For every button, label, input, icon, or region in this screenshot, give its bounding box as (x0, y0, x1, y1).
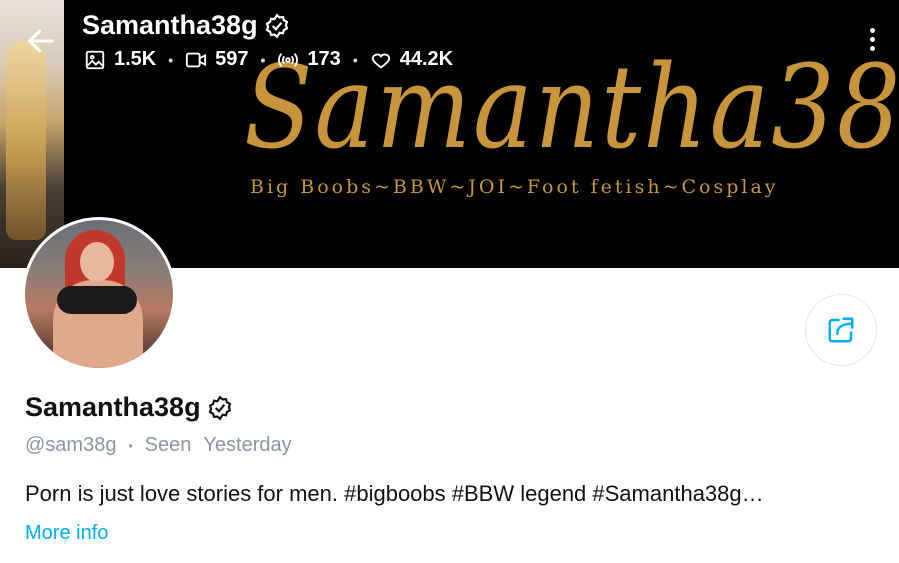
stat-photos: 1.5K (84, 48, 156, 71)
share-button[interactable] (805, 294, 877, 366)
verified-icon (207, 395, 233, 421)
stat-streams: 173 (277, 48, 341, 71)
header-stats: 1.5K • 597 • 173 • 44.2K (84, 48, 453, 71)
header-name-text: Samantha38g (82, 10, 258, 40)
stat-videos: 597 (185, 48, 249, 71)
profile-meta: @sam38g • Seen Yesterday (25, 434, 292, 456)
seen-label: Seen (144, 434, 192, 456)
verified-icon (264, 13, 290, 39)
header-name: Samantha38g (82, 10, 290, 41)
stat-likes: 44.2K (370, 48, 453, 71)
live-stream-icon (278, 52, 299, 67)
image-icon (85, 50, 105, 69)
heart-icon (371, 53, 390, 68)
username: @sam38g (25, 434, 117, 456)
more-options-icon[interactable] (867, 28, 877, 56)
video-icon (186, 52, 207, 67)
more-info-link[interactable]: More info (25, 522, 108, 545)
avatar[interactable] (22, 217, 176, 371)
profile-name: Samantha38g (25, 392, 233, 423)
back-arrow-icon[interactable] (24, 24, 58, 58)
seen-value: Yesterday (203, 434, 292, 456)
profile-bio: Porn is just love stories for men. #bigb… (25, 481, 764, 506)
share-icon (828, 317, 854, 343)
banner-tagline: Big Boobs~BBW~JOI~Foot fetish~Cosplay (250, 176, 779, 198)
